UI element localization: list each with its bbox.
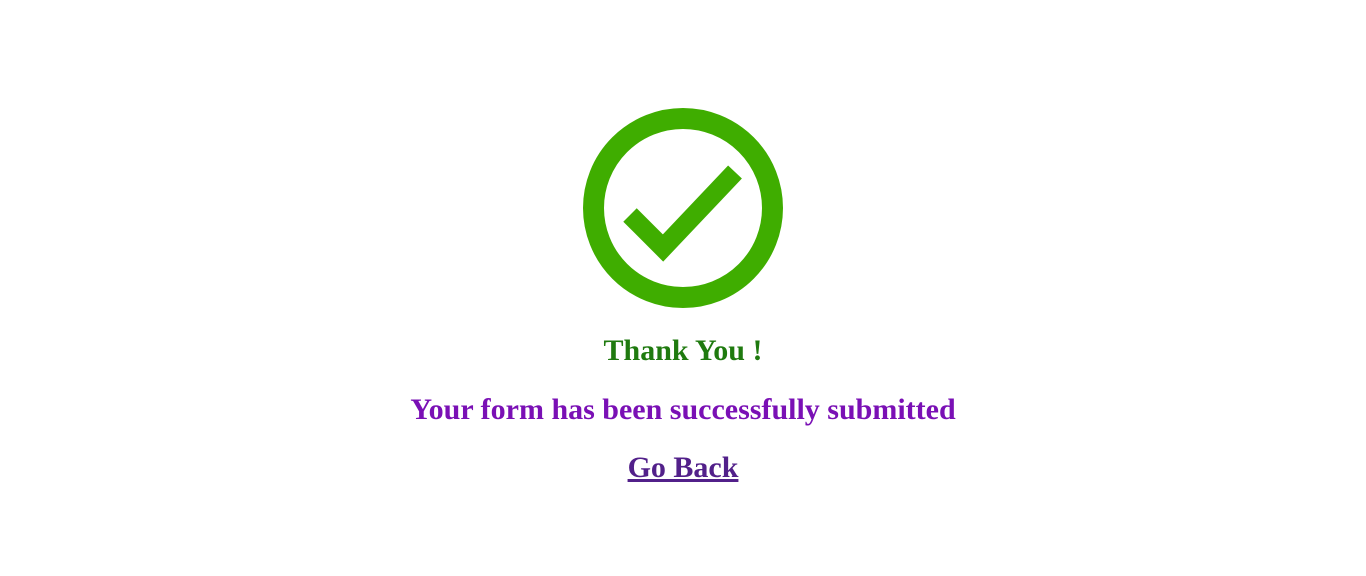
check-circle-icon [583,108,783,308]
success-message: Your form has been successfully submitte… [410,393,956,426]
go-back-link[interactable]: Go Back [628,451,739,484]
thank-you-page: Thank You ! Your form has been successfu… [0,0,1366,576]
thank-you-heading: Thank You ! [603,334,763,367]
go-back-row: Go Back [0,453,1366,483]
